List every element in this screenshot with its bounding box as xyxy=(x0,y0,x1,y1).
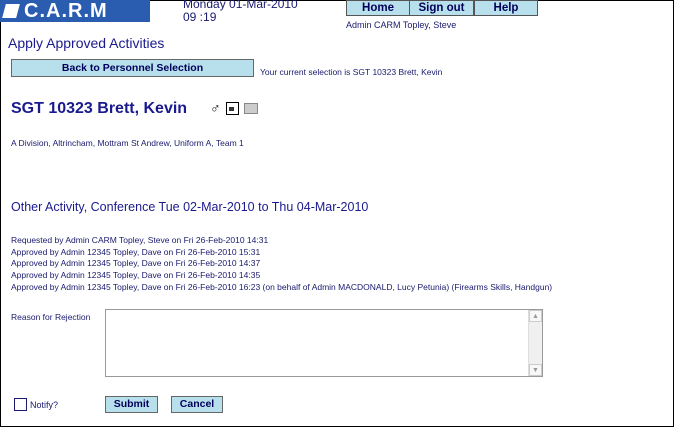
history-line: Requested by Admin CARM Topley, Steve on… xyxy=(11,235,269,245)
reason-scrollbar[interactable]: ▲ ▼ xyxy=(528,310,542,376)
history-line: Approved by Admin 12345 Topley, Dave on … xyxy=(11,270,261,281)
header-time: 09 :19 xyxy=(183,10,217,24)
sign-out-button[interactable]: Sign out xyxy=(409,0,474,16)
history-line: Approved by Admin 12345 Topley, Dave on … xyxy=(11,258,261,269)
scroll-down-icon[interactable]: ▼ xyxy=(529,364,542,376)
notify-checkbox[interactable] xyxy=(14,398,27,411)
male-icon: ♂ xyxy=(210,100,221,116)
cancel-button[interactable]: Cancel xyxy=(171,396,223,413)
document-icon[interactable] xyxy=(225,101,239,115)
carm-logo: C.A.R.M xyxy=(0,0,150,22)
person-unit: A Division, Altrincham, Mottram St Andre… xyxy=(11,138,244,148)
reason-label: Reason for Rejection xyxy=(11,312,91,322)
activity-title: Other Activity, Conference Tue 02-Mar-20… xyxy=(11,200,369,214)
history-line: Approved by Admin 12345 Topley, Dave on … xyxy=(11,246,261,257)
id-card-icon[interactable] xyxy=(243,102,258,114)
current-selection-text: Your current selection is SGT 10323 Bret… xyxy=(260,67,443,77)
logo-icon xyxy=(2,4,20,18)
notify-label: Notify? xyxy=(30,399,59,410)
logo-text: C.A.R.M xyxy=(24,0,108,22)
person-name: SGT 10323 Brett, Kevin xyxy=(11,100,188,117)
page-title: Apply Approved Activities xyxy=(8,35,165,51)
reason-textarea[interactable]: ▲ ▼ xyxy=(105,309,543,377)
current-user: Admin CARM Topley, Steve xyxy=(346,20,457,30)
help-button[interactable]: Help xyxy=(474,0,538,16)
notify-option[interactable]: Notify? xyxy=(14,398,58,411)
header-datetime: Monday 01-Mar-2010 09 :19 xyxy=(183,0,298,24)
history-line: Approved by Admin 12345 Topley, Dave on … xyxy=(11,281,553,292)
approval-history: Requested by Admin CARM Topley, Steve on… xyxy=(11,235,552,294)
back-to-personnel-button[interactable]: Back to Personnel Selection xyxy=(11,59,254,77)
scroll-up-icon[interactable]: ▲ xyxy=(529,310,542,322)
submit-button[interactable]: Submit xyxy=(105,396,158,413)
home-button[interactable]: Home xyxy=(346,0,410,16)
person-icons: ♂ xyxy=(210,101,258,115)
